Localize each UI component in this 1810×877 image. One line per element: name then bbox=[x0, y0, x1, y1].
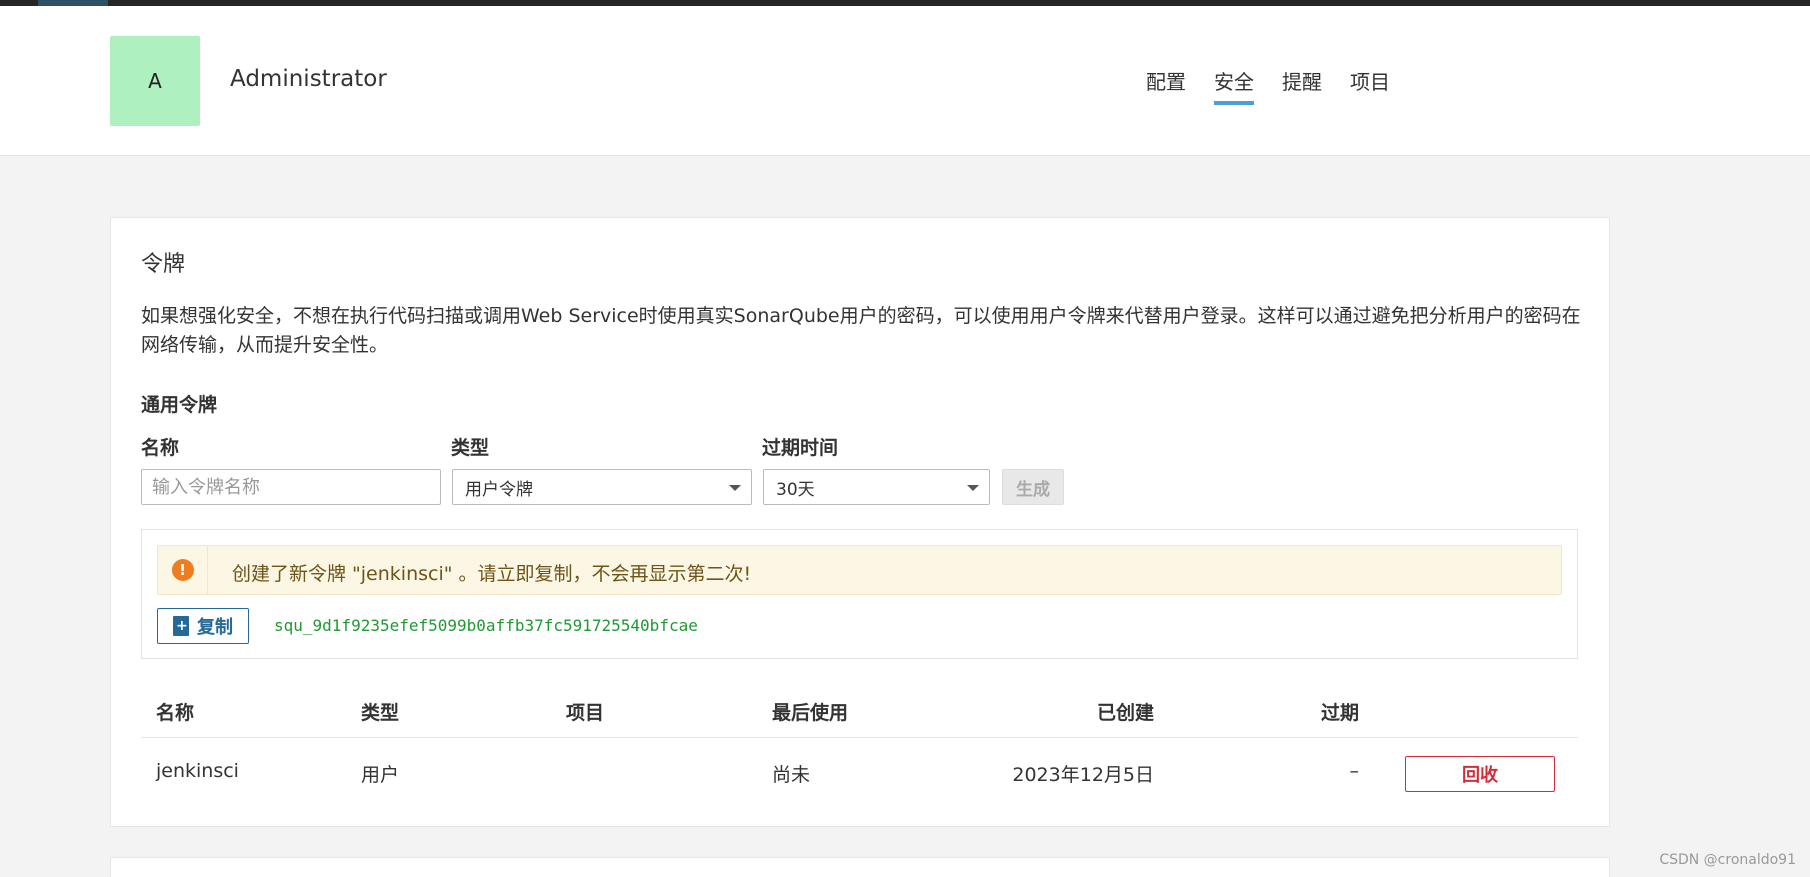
warning-alert: ! 创建了新令牌 "jenkinsci" 。请立即复制，不会再显示第二次! bbox=[157, 545, 1562, 595]
generate-button[interactable]: 生成 bbox=[1002, 469, 1064, 505]
next-card bbox=[110, 857, 1610, 877]
expiry-value: 30天 bbox=[776, 479, 815, 500]
chevron-down-icon bbox=[729, 485, 741, 491]
row-last-used: 尚未 bbox=[772, 764, 811, 786]
new-token-panel: ! 创建了新令牌 "jenkinsci" 。请立即复制，不会再显示第二次! 复制… bbox=[141, 529, 1578, 659]
tab-notifications[interactable]: 提醒 bbox=[1282, 66, 1322, 105]
col-expires: 过期 bbox=[1320, 702, 1359, 724]
tab-projects[interactable]: 项目 bbox=[1350, 66, 1390, 105]
table-row: jenkinsci 用户 尚未 2023年12月5日 – 回收 bbox=[141, 738, 1578, 810]
user-name: Administrator bbox=[230, 66, 387, 92]
type-label: 类型 bbox=[451, 437, 490, 459]
revoke-button[interactable]: 回收 bbox=[1405, 756, 1555, 792]
col-project: 项目 bbox=[566, 702, 605, 724]
copy-label: 复制 bbox=[197, 617, 233, 638]
tokens-card: 令牌 如果想强化安全，不想在执行代码扫描或调用Web Service时使用真实S… bbox=[110, 217, 1610, 827]
watermark: CSDN @cronaldo91 bbox=[1659, 852, 1796, 868]
tab-config[interactable]: 配置 bbox=[1146, 66, 1186, 105]
tab-security[interactable]: 安全 bbox=[1214, 66, 1254, 105]
expiry-label: 过期时间 bbox=[762, 437, 839, 459]
account-header: A Administrator 配置 安全 提醒 项目 bbox=[0, 6, 1810, 156]
copy-icon bbox=[173, 616, 189, 636]
col-created: 已创建 bbox=[1096, 702, 1154, 724]
row-expires: – bbox=[1349, 760, 1360, 782]
page-title: 令牌 bbox=[141, 252, 186, 277]
section-title: 通用令牌 bbox=[141, 394, 218, 416]
col-type: 类型 bbox=[361, 702, 400, 724]
row-name: jenkinsci bbox=[156, 760, 239, 782]
warning-icon: ! bbox=[171, 559, 194, 581]
account-nav: 配置 安全 提醒 项目 bbox=[1146, 66, 1390, 105]
token-name-input[interactable] bbox=[141, 469, 441, 505]
name-label: 名称 bbox=[141, 437, 180, 459]
table-header: 名称 类型 项目 最后使用 已创建 过期 bbox=[141, 682, 1578, 738]
avatar: A bbox=[110, 36, 200, 126]
tokens-table: 名称 类型 项目 最后使用 已创建 过期 jenkinsci 用户 尚未 202… bbox=[141, 682, 1578, 810]
tokens-description: 如果想强化安全，不想在执行代码扫描或调用Web Service时使用真实Sona… bbox=[141, 305, 1581, 356]
chevron-down-icon bbox=[967, 485, 979, 491]
alert-icon-cell: ! bbox=[158, 546, 208, 594]
alert-message: 创建了新令牌 "jenkinsci" 。请立即复制，不会再显示第二次! bbox=[232, 563, 752, 585]
token-type-value: 用户令牌 bbox=[465, 479, 533, 500]
expiry-select[interactable]: 30天 bbox=[763, 469, 990, 505]
row-created: 2023年12月5日 bbox=[1012, 764, 1154, 786]
col-name: 名称 bbox=[156, 702, 195, 724]
row-type: 用户 bbox=[361, 764, 400, 786]
col-last-used: 最后使用 bbox=[772, 702, 849, 724]
token-type-select[interactable]: 用户令牌 bbox=[452, 469, 752, 505]
copy-button[interactable]: 复制 bbox=[157, 608, 249, 644]
token-value: squ_9d1f9235efef5099b0affb37fc591725540b… bbox=[274, 616, 698, 635]
